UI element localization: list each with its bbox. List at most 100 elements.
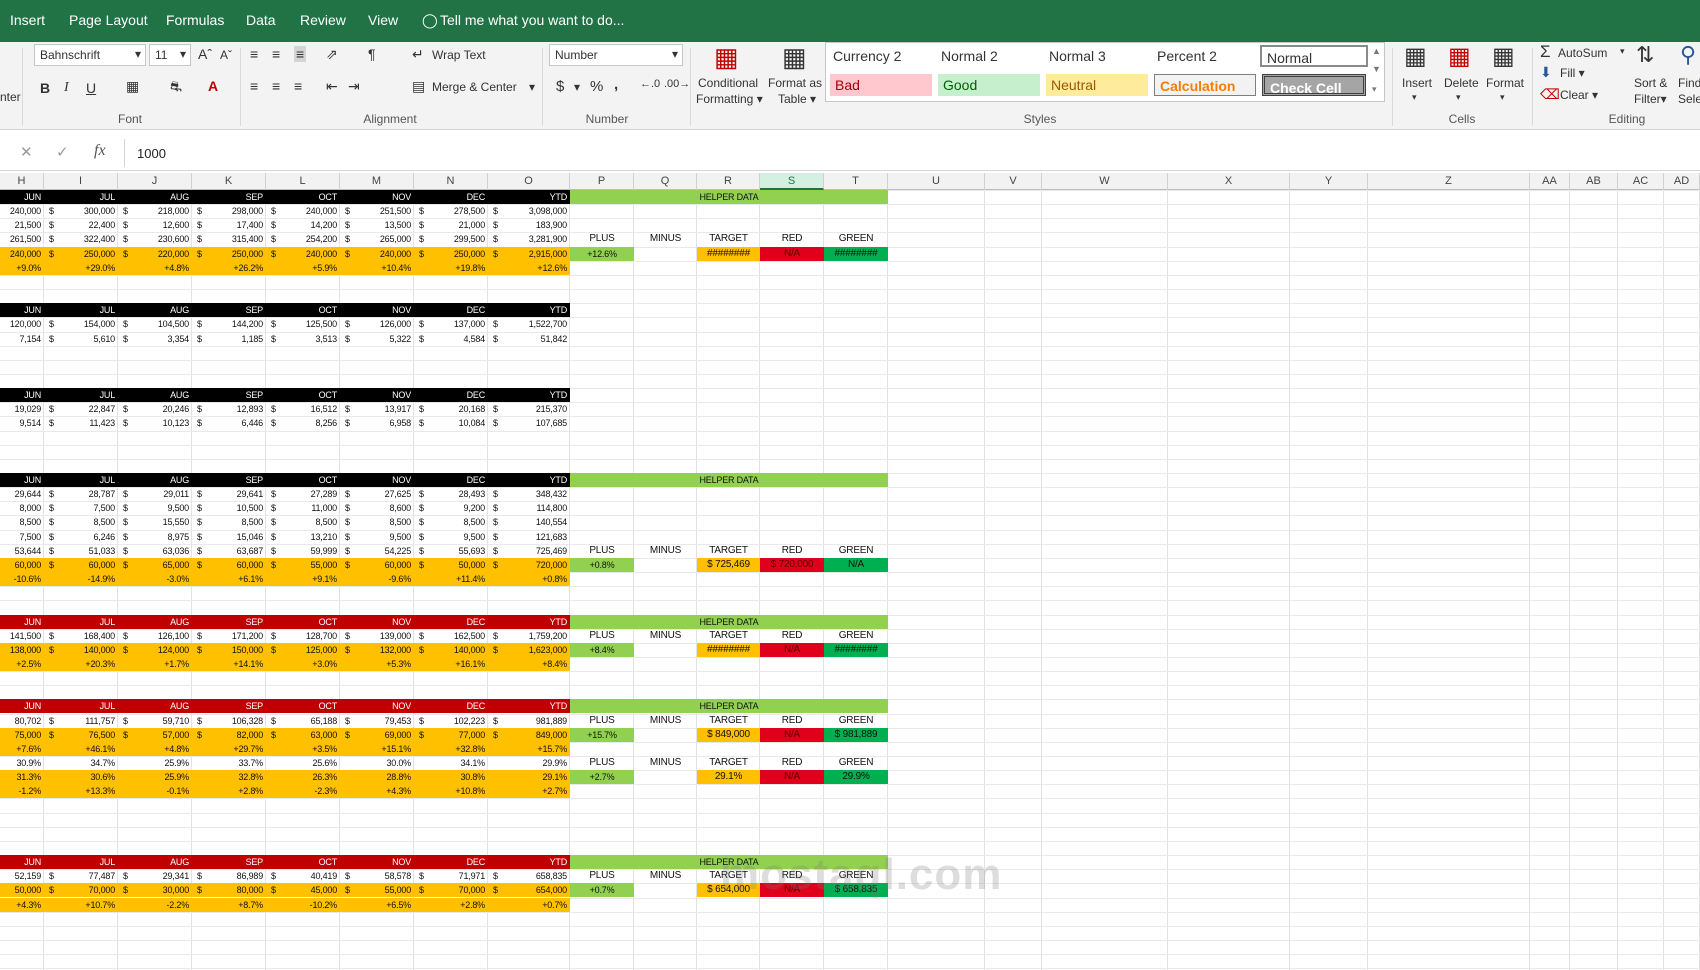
helper-col-green[interactable]: GREEN bbox=[824, 629, 888, 643]
month-header-jul[interactable]: JUL bbox=[44, 388, 118, 402]
month-header-dec[interactable]: DEC bbox=[414, 855, 488, 869]
tab-view[interactable]: View bbox=[368, 12, 398, 28]
style-normal-3[interactable]: Normal 3 bbox=[1044, 45, 1148, 67]
percent-style-button[interactable]: % bbox=[590, 78, 603, 95]
data-cell[interactable]: +29.0% bbox=[44, 261, 118, 275]
month-header-dec[interactable]: DEC bbox=[414, 699, 488, 713]
tab-insert[interactable]: Insert bbox=[10, 12, 45, 28]
font-color-icon[interactable]: A bbox=[208, 78, 218, 94]
month-header-nov[interactable]: NOV bbox=[340, 303, 414, 317]
month-header-jul[interactable]: JUL bbox=[44, 303, 118, 317]
month-header-nov[interactable]: NOV bbox=[340, 388, 414, 402]
data-cell[interactable]: 3,098,000 bbox=[488, 204, 570, 218]
month-header-jun[interactable]: JUN bbox=[0, 855, 44, 869]
data-cell[interactable]: 138,000 bbox=[0, 643, 44, 657]
month-header-nov[interactable]: NOV bbox=[340, 190, 414, 204]
month-header-jun[interactable]: JUN bbox=[0, 699, 44, 713]
helper-col-green[interactable]: GREEN bbox=[824, 232, 888, 246]
data-cell[interactable]: 20,246 bbox=[118, 402, 192, 416]
helper-data-label[interactable]: HELPER DATA bbox=[570, 190, 888, 204]
formula-input[interactable]: 1000 bbox=[124, 139, 1700, 167]
data-cell[interactable]: 6,446 bbox=[192, 416, 266, 430]
red-value[interactable]: N/A bbox=[760, 770, 824, 784]
data-cell[interactable]: 51,842 bbox=[488, 332, 570, 346]
merge-center-button[interactable]: Merge & Center bbox=[432, 80, 517, 94]
data-cell[interactable]: 11,000 bbox=[266, 501, 340, 515]
column-header-H[interactable]: H bbox=[0, 173, 44, 190]
helper-data-label[interactable]: HELPER DATA bbox=[570, 615, 888, 629]
shrink-font-icon[interactable]: Aˇ bbox=[220, 48, 232, 62]
accounting-dropdown-icon[interactable]: ▾ bbox=[574, 80, 580, 94]
month-header-sep[interactable]: SEP bbox=[192, 388, 266, 402]
helper-col-plus[interactable]: PLUS bbox=[570, 714, 634, 728]
data-cell[interactable]: 9,200 bbox=[414, 501, 488, 515]
month-header-jun[interactable]: JUN bbox=[0, 473, 44, 487]
data-cell[interactable]: +16.1% bbox=[414, 657, 488, 671]
style-neutral[interactable]: Neutral bbox=[1046, 74, 1148, 96]
data-cell[interactable]: 128,700 bbox=[266, 629, 340, 643]
style-normal[interactable]: Normal bbox=[1260, 45, 1368, 67]
data-cell[interactable]: 79,453 bbox=[340, 714, 414, 728]
month-header-dec[interactable]: DEC bbox=[414, 190, 488, 204]
data-cell[interactable]: 29,011 bbox=[118, 487, 192, 501]
data-cell[interactable]: 6,246 bbox=[44, 530, 118, 544]
data-cell[interactable]: 17,400 bbox=[192, 218, 266, 232]
style-bad[interactable]: Bad bbox=[830, 74, 932, 96]
insert-cells-button[interactable]: Insert bbox=[1402, 76, 1432, 90]
increase-decimal-icon[interactable]: ←.0 bbox=[640, 78, 660, 90]
style-check-cell[interactable]: Check Cell bbox=[1262, 74, 1366, 96]
helper-col-green[interactable]: GREEN bbox=[824, 544, 888, 558]
format-cells-icon[interactable]: ▦ bbox=[1492, 42, 1515, 71]
month-header-aug[interactable]: AUG bbox=[118, 615, 192, 629]
insert-cells-dropdown[interactable]: ▾ bbox=[1412, 92, 1417, 103]
data-cell[interactable]: 220,000 bbox=[118, 247, 192, 261]
data-cell[interactable]: 80,000 bbox=[192, 883, 266, 897]
data-cell[interactable]: 57,000 bbox=[118, 728, 192, 742]
data-cell[interactable]: 25.6% bbox=[266, 756, 340, 770]
data-cell[interactable]: 140,554 bbox=[488, 515, 570, 529]
find-select-label2[interactable]: Selec bbox=[1678, 92, 1700, 106]
data-cell[interactable]: 183,900 bbox=[488, 218, 570, 232]
data-cell[interactable]: 2,915,000 bbox=[488, 247, 570, 261]
data-cell[interactable]: 28.8% bbox=[340, 770, 414, 784]
data-cell[interactable]: 69,000 bbox=[340, 728, 414, 742]
data-cell[interactable]: 15,046 bbox=[192, 530, 266, 544]
target-value[interactable]: 29.1% bbox=[697, 770, 760, 784]
month-header-oct[interactable]: OCT bbox=[266, 388, 340, 402]
data-cell[interactable]: 11,423 bbox=[44, 416, 118, 430]
helper-col-plus[interactable]: PLUS bbox=[570, 544, 634, 558]
data-cell[interactable]: +29.7% bbox=[192, 742, 266, 756]
data-cell[interactable]: 27,625 bbox=[340, 487, 414, 501]
data-cell[interactable]: +4.3% bbox=[0, 898, 44, 912]
align-center-icon[interactable]: ≡ bbox=[272, 78, 280, 94]
data-cell[interactable]: +7.6% bbox=[0, 742, 44, 756]
data-cell[interactable]: 59,710 bbox=[118, 714, 192, 728]
decrease-decimal-icon[interactable]: .00→ bbox=[664, 78, 690, 90]
column-header-I[interactable]: I bbox=[44, 173, 118, 190]
data-cell[interactable]: 250,000 bbox=[414, 247, 488, 261]
data-cell[interactable]: 77,487 bbox=[44, 869, 118, 883]
data-cell[interactable]: 106,328 bbox=[192, 714, 266, 728]
decrease-indent-icon[interactable]: ⇤ bbox=[326, 78, 338, 95]
grow-font-icon[interactable]: Aˆ bbox=[198, 46, 212, 62]
target-value[interactable]: ######## bbox=[697, 247, 760, 261]
data-cell[interactable]: 30.8% bbox=[414, 770, 488, 784]
data-cell[interactable]: 45,000 bbox=[266, 883, 340, 897]
data-cell[interactable]: 26.3% bbox=[266, 770, 340, 784]
data-cell[interactable]: -10.2% bbox=[266, 898, 340, 912]
column-header-T[interactable]: T bbox=[824, 173, 888, 190]
data-cell[interactable]: 8,500 bbox=[0, 515, 44, 529]
data-cell[interactable]: 52,159 bbox=[0, 869, 44, 883]
data-cell[interactable]: 76,500 bbox=[44, 728, 118, 742]
data-cell[interactable]: 8,500 bbox=[192, 515, 266, 529]
helper-col-plus[interactable]: PLUS bbox=[570, 869, 634, 883]
data-cell[interactable]: 28,787 bbox=[44, 487, 118, 501]
data-cell[interactable]: 32.8% bbox=[192, 770, 266, 784]
data-cell[interactable]: 315,400 bbox=[192, 232, 266, 246]
delete-cells-icon[interactable]: ▦ bbox=[1448, 42, 1471, 71]
data-cell[interactable]: +2.8% bbox=[192, 784, 266, 798]
helper-col-plus[interactable]: PLUS bbox=[570, 629, 634, 643]
data-cell[interactable]: 9,500 bbox=[118, 501, 192, 515]
data-cell[interactable]: 14,200 bbox=[266, 218, 340, 232]
data-cell[interactable]: 3,354 bbox=[118, 332, 192, 346]
